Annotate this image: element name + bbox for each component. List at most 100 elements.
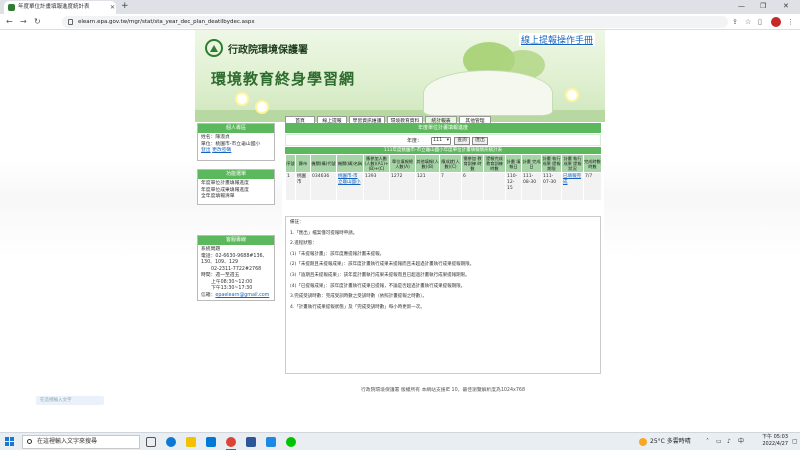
cell-seq: 1 (285, 172, 296, 201)
site-title: 環境教育終身學習網 (211, 70, 356, 88)
line-icon[interactable] (286, 437, 296, 447)
close-window-icon[interactable]: ✕ (783, 0, 789, 13)
lock-icon (68, 19, 73, 25)
bookmark-star-icon[interactable]: ☆ (745, 17, 751, 27)
close-tab-icon[interactable]: ✕ (110, 1, 115, 14)
network-icon[interactable]: ▭ (716, 436, 722, 448)
member-panel: 個人專區 姓名：陳淑貞 單位：桃園市-市立龜山國小 登出 更改密碼 (197, 123, 275, 161)
contact-line: 電話：02-6630-9688#136、130、109、129 (201, 253, 268, 266)
email-label: 信箱： (201, 292, 216, 298)
note-line: (4)「已提報成果」：該年度計畫執行成果已提報，不論是否超過計畫執行成果提報期限… (290, 283, 466, 289)
minimize-icon[interactable]: — (738, 0, 745, 13)
column-header: 應參加人數(人數)(A1)+(B)+(C) (363, 154, 390, 173)
sidepanel-icon[interactable]: ▯ (758, 17, 762, 27)
year-label: 年度： (407, 138, 423, 144)
column-header: 提報完成 教育訓練 時數 (483, 154, 506, 173)
word-icon[interactable] (246, 437, 256, 447)
column-header: 計畫 填報日 (505, 154, 522, 173)
column-header: 計畫 執行成果 提報狀況 (561, 154, 584, 173)
column-header: 計畫 執行成果 提報期限 (541, 154, 562, 173)
table-row: 1 桃園市 034636 桃園市-市立龜山國小 1393 1272 121 7 … (285, 172, 602, 201)
browser-toolbar: ← → ↻ elearn.epa.gov.tw/mgr/stat/sta_yea… (0, 14, 800, 30)
online-manual-link[interactable]: 線上提報操作手冊 (519, 33, 596, 46)
volume-icon[interactable]: ♪ (727, 436, 731, 448)
taskbar-search-input[interactable]: 在這裡輸入文字來搜尋 (22, 435, 140, 449)
report-main: 年度單位計畫填報進度 年度： 111 ▾ 查詢 匯出 111年度桃園市-市立龜山國… (282, 123, 604, 375)
note-line: (2)「未提期且未提報成果」：該年度計畫執行成果未提報而且未超過計畫執行成果提報… (290, 262, 475, 268)
table-header-row: 序號 縣市 機關(構)代號 機關(構)名稱 應參加人數(人數)(A1)+(B)+… (285, 154, 602, 173)
export-button[interactable]: 匯出 (472, 137, 488, 145)
cell-status: 已填報完成 (561, 172, 584, 201)
edge-icon[interactable] (166, 437, 176, 447)
ime-icon[interactable]: 中 (738, 436, 744, 448)
cell-deadline: 111-07-30 (541, 172, 562, 201)
note-line: 4.「計畫執行成果提報狀態」及「完成受訓時數」每小時更新一次。 (290, 304, 425, 310)
logout-link[interactable]: 登出 (201, 148, 211, 153)
browser-tabbar: 年度單位計畫填報進度統計表 ✕ + — ❐ ✕ (0, 0, 800, 14)
taskbar-search-placeholder: 在這裡輸入文字來搜尋 (37, 438, 98, 445)
column-header: 機關(構)代號 (310, 154, 337, 173)
windows-taskbar: 在這裡輸入文字來搜尋 25°C 多雲時晴 ˄ ▭ ♪ 中 下午 05:03 20… (0, 432, 800, 450)
flower-decoration (255, 100, 269, 114)
address-bar[interactable]: elearn.epa.gov.tw/mgr/stat/sta_year_dec_… (62, 16, 728, 28)
ghost-tab: 在這裡輸入文字 (36, 396, 104, 405)
taskbar-clock[interactable]: 下午 05:03 2022/4/27 (752, 434, 788, 448)
weather-widget[interactable]: 25°C 多雲時晴 (639, 436, 691, 448)
cell-hours-done: 7/7 (583, 172, 602, 201)
cell-code: 034636 (310, 172, 337, 201)
reload-icon[interactable]: ↻ (34, 15, 41, 29)
unit-name-link[interactable]: 桃園市-市立龜山國小 (338, 174, 361, 185)
contact-panel: 客服專線 系統問題 電話：02-6630-9688#136、130、109、12… (197, 235, 275, 301)
change-password-link[interactable]: 更改密碼 (212, 148, 231, 153)
note-line: 1.「匯出」檔案僅可提報時申請。 (290, 230, 358, 236)
flower-decoration (565, 88, 579, 102)
site-header-banner: 行政院環境保護署 環境教育終身學習網 線上提報操作手冊 (195, 30, 605, 122)
clock-time: 下午 05:03 (762, 434, 788, 440)
report-title: 年度單位計畫填報進度 (285, 123, 601, 133)
cell-fill-date: 110-12-15 (505, 172, 522, 201)
agency-name: 行政院環境保護署 (228, 45, 308, 56)
address-url: elearn.epa.gov.tw/mgr/stat/sta_year_dec_… (78, 19, 255, 25)
browser-tab[interactable]: 年度單位計畫填報進度統計表 ✕ (4, 1, 116, 14)
column-header: 序號 (285, 154, 296, 173)
contact-email-link[interactable]: epaelearn@gmail.com (215, 293, 269, 298)
cell-complete-date: 111-08-30 (521, 172, 542, 201)
page-footer: 行政院環境保護署 版權所有 本網站支援IE 10，最佳瀏覽解析度為1024x76… (360, 388, 526, 393)
profile-avatar[interactable] (771, 17, 781, 27)
chevron-down-icon: ▾ (446, 138, 449, 143)
member-panel-title: 個人專區 (198, 124, 274, 133)
search-icon (27, 439, 32, 444)
file-explorer-icon[interactable] (186, 437, 196, 447)
year-select[interactable]: 111 ▾ (431, 137, 451, 145)
share-icon[interactable]: ⇪ (732, 17, 738, 27)
column-header: 應成就(人數)(C) (439, 154, 462, 173)
query-button[interactable]: 查詢 (454, 137, 470, 145)
cell-achieve: 7 (439, 172, 462, 201)
epa-logo-icon (205, 39, 223, 57)
photos-icon[interactable] (266, 437, 276, 447)
chrome-icon[interactable] (226, 437, 236, 447)
tray-chevron-up-icon[interactable]: ˄ (706, 436, 709, 448)
maximize-icon[interactable]: ❐ (760, 0, 766, 13)
cell-required: 1393 (363, 172, 390, 201)
plan-progress-table: 序號 縣市 機關(構)代號 機關(構)名稱 應參加人數(人數)(A1)+(B)+… (285, 154, 602, 201)
status-link[interactable]: 已填報完成 (563, 174, 581, 185)
clock-date: 2022/4/27 (762, 441, 788, 447)
report-filter: 年度： 111 ▾ 查詢 匯出 (285, 134, 601, 146)
notification-icon[interactable]: ▢ (792, 436, 798, 448)
note-line: (3)「逾期且未提報成果」：該年度計畫執行成果未提報而且已超過計畫執行成果提報期… (290, 272, 470, 278)
forward-icon[interactable]: → (20, 15, 27, 29)
back-icon[interactable]: ← (6, 15, 13, 29)
flower-decoration (235, 92, 249, 106)
task-view-icon[interactable] (146, 437, 156, 447)
cell-county: 桃園市 (295, 172, 311, 201)
windows-start-icon[interactable] (5, 437, 15, 447)
store-icon[interactable] (206, 437, 216, 447)
function-item-annual-list[interactable]: 全年度填報清單 (201, 194, 271, 201)
contact-panel-title: 客服專線 (198, 236, 274, 245)
browser-menu-icon[interactable]: ⋮ (787, 17, 794, 27)
cell-unit-total: 1272 (389, 172, 416, 201)
new-tab-icon[interactable]: + (121, 0, 129, 13)
weather-text: 25°C 多雲時晴 (650, 438, 691, 445)
year-select-value: 111 (433, 138, 443, 143)
